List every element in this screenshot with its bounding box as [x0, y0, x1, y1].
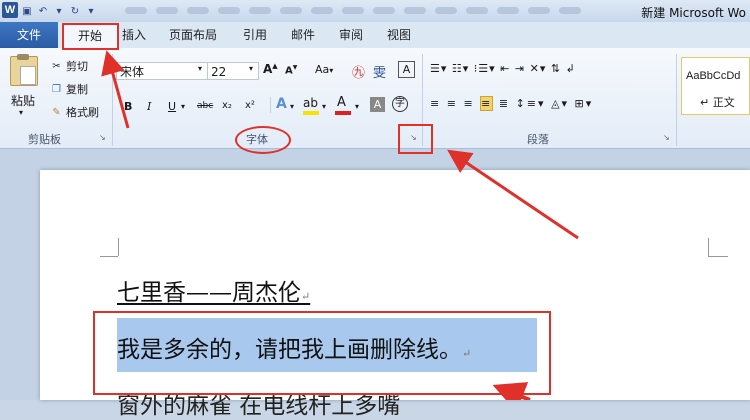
annotation-arrows [101, 50, 579, 400]
arrow-to-home-tab [101, 50, 130, 129]
arrow-to-font-launcher [447, 149, 579, 240]
arrow-to-selected-text [492, 382, 531, 400]
